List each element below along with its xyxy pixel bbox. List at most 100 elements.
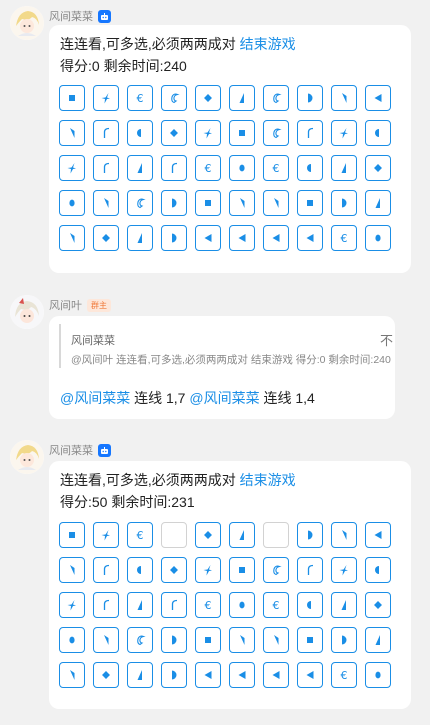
board-tile[interactable] [263,557,289,583]
board-tile[interactable] [263,85,289,111]
board-tile[interactable] [365,557,391,583]
end-game-link[interactable]: 结束游戏 [240,36,296,52]
board-tile[interactable] [127,120,153,146]
board-tile[interactable] [229,225,255,251]
board-tile[interactable] [161,85,187,111]
board-tile[interactable] [127,190,153,216]
board-tile[interactable] [161,627,187,653]
board-tile[interactable] [297,522,323,548]
board-tile[interactable] [297,662,323,688]
board-tile[interactable] [195,190,221,216]
board-tile[interactable] [229,627,255,653]
board-tile[interactable] [229,120,255,146]
sender-avatar[interactable] [10,6,44,40]
board-tile[interactable] [297,190,323,216]
board-tile[interactable]: € [263,155,289,181]
board-tile[interactable] [161,120,187,146]
board-tile[interactable] [331,155,357,181]
board-tile[interactable] [229,557,255,583]
board-tile[interactable] [93,592,119,618]
board-tile[interactable] [365,522,391,548]
board-tile[interactable] [127,225,153,251]
board-tile[interactable] [161,592,187,618]
board-tile[interactable] [331,557,357,583]
board-tile[interactable] [161,662,187,688]
sender-avatar[interactable] [10,295,44,329]
board-tile[interactable] [365,592,391,618]
board-tile[interactable] [59,190,85,216]
board-tile[interactable] [161,225,187,251]
board-tile[interactable] [195,522,221,548]
board-tile[interactable] [365,155,391,181]
board-tile[interactable] [161,155,187,181]
board-tile[interactable] [331,522,357,548]
board-tile[interactable]: € [331,225,357,251]
board-tile[interactable] [59,225,85,251]
board-tile[interactable] [59,557,85,583]
quote-collapse-button[interactable]: 不 [380,330,393,349]
board-tile[interactable] [59,120,85,146]
board-tile[interactable] [297,155,323,181]
mention-link[interactable]: @风间菜菜 [189,390,259,406]
end-game-link[interactable]: 结束游戏 [240,472,296,488]
board-tile[interactable] [93,225,119,251]
board-tile[interactable] [229,522,255,548]
board-tile[interactable] [161,190,187,216]
board-tile[interactable] [93,190,119,216]
board-tile[interactable] [127,557,153,583]
board-tile[interactable] [365,662,391,688]
board-tile[interactable] [297,120,323,146]
board-tile[interactable] [297,592,323,618]
mention-link[interactable]: @风间菜菜 [60,390,130,406]
board-tile[interactable] [297,225,323,251]
board-tile[interactable] [297,627,323,653]
board-tile[interactable]: € [127,85,153,111]
board-tile[interactable] [195,627,221,653]
board-tile[interactable] [93,85,119,111]
board-tile[interactable] [263,627,289,653]
board-tile[interactable] [59,155,85,181]
board-tile[interactable] [161,557,187,583]
board-tile[interactable] [93,522,119,548]
board-tile[interactable] [365,627,391,653]
board-tile[interactable] [93,627,119,653]
board-tile[interactable] [127,155,153,181]
board-tile[interactable] [365,120,391,146]
sender-avatar[interactable] [10,440,44,474]
board-tile[interactable] [59,662,85,688]
board-tile[interactable] [93,662,119,688]
board-tile[interactable] [59,85,85,111]
board-tile[interactable] [59,627,85,653]
board-tile[interactable] [331,190,357,216]
board-tile[interactable] [59,522,85,548]
board-tile[interactable] [127,592,153,618]
board-tile[interactable] [229,155,255,181]
board-tile[interactable]: € [127,522,153,548]
board-tile[interactable] [195,225,221,251]
board-tile[interactable] [263,190,289,216]
board-tile[interactable] [365,225,391,251]
board-tile[interactable] [93,120,119,146]
board-tile[interactable] [263,225,289,251]
board-tile[interactable] [229,85,255,111]
board-tile[interactable] [195,120,221,146]
board-tile[interactable] [195,662,221,688]
board-tile[interactable] [263,120,289,146]
board-tile[interactable] [127,627,153,653]
board-tile[interactable] [365,85,391,111]
board-tile[interactable]: € [195,592,221,618]
board-tile[interactable] [93,557,119,583]
quoted-message[interactable]: 风间菜菜 不 @风间叶 连连看,可多选,必须两两成对 结束游戏 得分:0 剩余时… [59,324,393,368]
board-tile[interactable]: € [195,155,221,181]
board-tile[interactable] [297,85,323,111]
board-tile[interactable] [331,627,357,653]
board-tile[interactable] [365,190,391,216]
board-tile[interactable] [195,557,221,583]
board-tile[interactable] [127,662,153,688]
board-tile[interactable] [229,190,255,216]
board-tile[interactable] [93,155,119,181]
board-tile[interactable] [229,662,255,688]
board-tile[interactable] [331,85,357,111]
board-tile[interactable] [297,557,323,583]
board-tile[interactable]: € [331,662,357,688]
